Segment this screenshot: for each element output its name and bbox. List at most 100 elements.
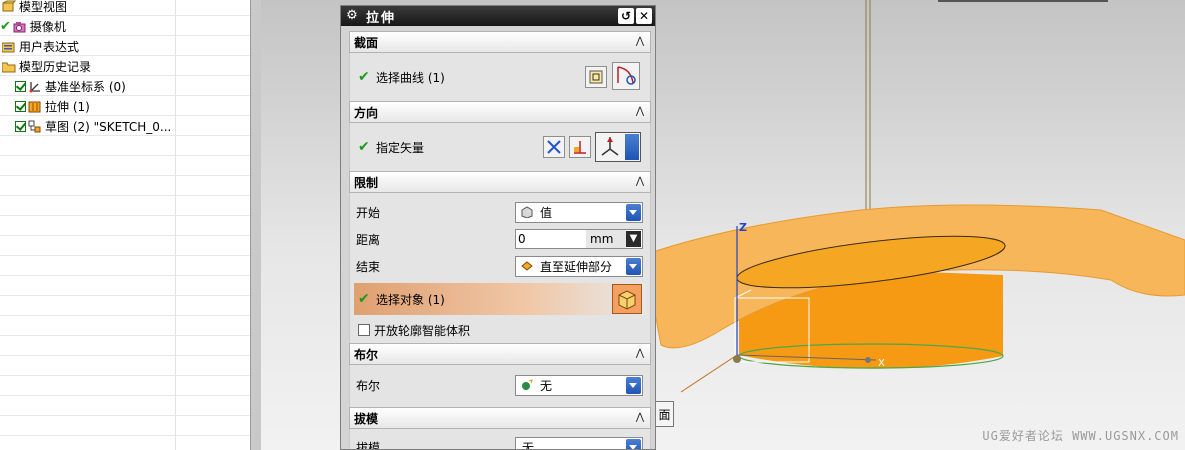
navigator-row[interactable]: 模型历史记录 (0, 56, 250, 76)
boolean-select[interactable]: 无 (515, 374, 643, 396)
section-header-label: 拔模 (354, 411, 379, 426)
chevron-up-icon[interactable]: ⋀ (632, 34, 648, 50)
draft-body: 拔模 无 (349, 429, 651, 449)
tree-item-sketch[interactable]: 草图 (2) "SKETCH_0... (15, 116, 171, 136)
tree-item-user-expressions[interactable]: 用户表达式 (0, 36, 79, 56)
chevron-up-icon[interactable]: ⋀ (632, 104, 648, 120)
boolean-none-icon (522, 379, 533, 390)
start-select[interactable]: 值 (515, 201, 643, 223)
select-object-button[interactable] (612, 284, 642, 314)
visibility-checkbox[interactable] (15, 100, 26, 112)
navigator-row (0, 336, 250, 356)
curve-button[interactable] (612, 62, 640, 90)
extrude-icon (28, 101, 41, 112)
tree-item-model-history[interactable]: 模型历史记录 (0, 56, 91, 76)
tree-item-label: 摄像机 (29, 19, 66, 34)
visibility-checkbox[interactable] (15, 80, 26, 92)
select-curve-row[interactable]: ✔ 选择曲线 (1) (350, 62, 650, 90)
face-tooltip: 面 (655, 401, 674, 427)
chevron-down-icon[interactable] (626, 438, 641, 449)
value-icon (521, 206, 533, 218)
boolean-select-value: 无 (540, 378, 553, 393)
tree-item-label: 模型历史记录 (19, 59, 92, 74)
section-header-label: 布尔 (354, 347, 379, 362)
section-header-limits[interactable]: 限制 ⋀ (349, 171, 651, 193)
draft-select[interactable]: 无 (515, 436, 643, 449)
view-icon (2, 0, 16, 11)
distance-field[interactable]: mm ▼ (515, 229, 643, 249)
tree-item-label: 草图 (2) "SKETCH_0... (45, 119, 172, 134)
folder-icon (2, 62, 16, 72)
chevron-down-icon[interactable] (625, 134, 639, 160)
open-profile-label: 开放轮廓智能体积 (374, 323, 471, 338)
chevron-down-icon[interactable] (626, 203, 641, 221)
dialog-titlebar[interactable]: ⚙ 拉伸 ↺ ✕ (341, 6, 655, 26)
watermark: UG爱好者论坛 WWW.UGSNX.COM (982, 429, 1179, 443)
check-icon: ✔ (358, 139, 370, 155)
navigator-row[interactable]: 草图 (2) "SKETCH_0... (0, 116, 250, 136)
expression-icon (2, 42, 15, 52)
panel-splitter[interactable] (251, 0, 261, 450)
draft-row: 拔模 无 (350, 435, 650, 449)
navigator-row[interactable]: 基准坐标系 (0) (0, 76, 250, 96)
z-axis-label: Z (739, 221, 747, 234)
start-label: 开始 (356, 205, 381, 220)
distance-unit[interactable]: mm (586, 230, 626, 248)
sketch-section-button[interactable] (585, 66, 607, 88)
end-select-value: 直至延伸部分 (540, 259, 613, 274)
select-object-row[interactable]: ✔ 选择对象 (1) (354, 283, 646, 315)
distance-input[interactable] (518, 231, 582, 246)
tree-item-label: 拉伸 (1) (45, 99, 90, 114)
origin-point[interactable] (733, 355, 741, 363)
specify-vector-label: 指定矢量 (376, 140, 425, 155)
open-profile-checkbox[interactable] (358, 324, 370, 336)
tree-item-label: 模型视图 (19, 0, 68, 14)
tree-item-model-views[interactable]: 模型视图 (0, 0, 67, 16)
chevron-down-icon[interactable] (626, 376, 641, 394)
direction-body: ✔ 指定矢量 (349, 123, 651, 171)
navigator-row (0, 436, 250, 450)
tree-item-extrude[interactable]: 拉伸 (1) (15, 96, 90, 116)
tree-item-cameras[interactable]: ✔ 摄像机 (0, 16, 66, 36)
arrow-down-icon[interactable]: ▼ (626, 231, 641, 247)
navigator-row[interactable]: 拉伸 (1) (0, 96, 250, 116)
navigator-row (0, 356, 250, 376)
section-header-label: 限制 (354, 175, 379, 190)
chevron-down-icon[interactable] (626, 257, 641, 275)
camera-icon (13, 21, 26, 32)
section-header-boolean[interactable]: 布尔 ⋀ (349, 343, 651, 365)
limits-body: 开始 值 距离 mm ▼ 结束 直至延伸部分 ✔ 选择 (349, 193, 651, 348)
end-row: 结束 直至延伸部分 (350, 254, 650, 278)
part-navigator: 模型视图 ✔ 摄像机 用户表达式 模型历史记录 基准坐标系 (0) 拉伸 (1)… (0, 0, 251, 450)
distance-row: 距离 mm ▼ (350, 227, 650, 251)
chevron-up-icon[interactable]: ⋀ (632, 410, 648, 426)
navigator-row[interactable]: 模型视图 (0, 0, 250, 16)
navigator-row (0, 136, 250, 156)
gear-icon[interactable]: ⚙ (344, 8, 360, 24)
section-header-draft[interactable]: 拔模 ⋀ (349, 407, 651, 429)
visibility-checkbox[interactable] (15, 120, 26, 132)
close-icon[interactable]: ✕ (636, 8, 652, 24)
open-profile-row[interactable]: 开放轮廓智能体积 (350, 318, 650, 342)
chevron-up-icon[interactable]: ⋀ (632, 346, 648, 362)
chevron-up-icon[interactable]: ⋀ (632, 174, 648, 190)
specify-vector-row[interactable]: ✔ 指定矢量 (350, 132, 650, 162)
vector-dialog-button[interactable] (569, 136, 591, 158)
datum-point[interactable] (865, 357, 871, 363)
vector-type-dropdown[interactable] (595, 132, 641, 162)
navigator-row (0, 396, 250, 416)
until-extended-icon (521, 261, 533, 271)
reverse-direction-button[interactable] (543, 136, 565, 158)
check-icon: ✔ (0, 18, 11, 34)
section-header-direction[interactable]: 方向 ⋀ (349, 101, 651, 123)
section-header-section[interactable]: 截面 ⋀ (349, 31, 651, 53)
navigator-row[interactable]: ✔ 摄像机 (0, 16, 250, 36)
reset-icon[interactable]: ↺ (618, 8, 634, 24)
tree-item-datum-csys[interactable]: 基准坐标系 (0) (15, 76, 126, 96)
navigator-row (0, 156, 250, 176)
navigator-row (0, 256, 250, 276)
x-axis-label: X (878, 358, 885, 369)
navigator-row[interactable]: 用户表达式 (0, 36, 250, 56)
navigator-row (0, 276, 250, 296)
end-select[interactable]: 直至延伸部分 (515, 255, 643, 277)
